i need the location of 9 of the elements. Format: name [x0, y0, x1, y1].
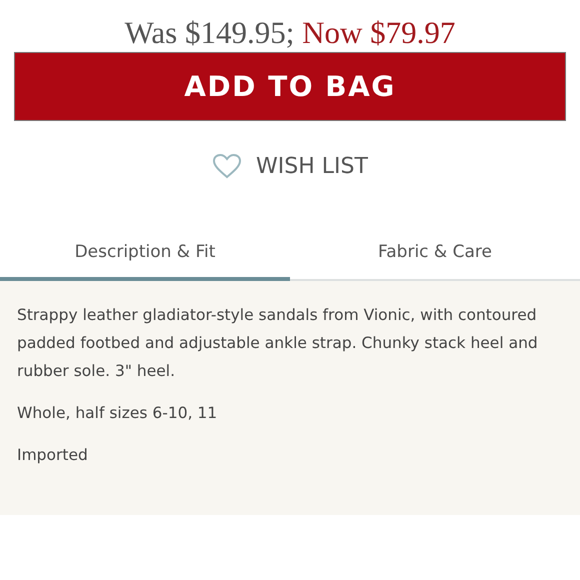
tab[interactable]: Fabric & Care — [290, 235, 580, 281]
description-text: Imported — [17, 445, 89, 466]
add-to-bag-button[interactable]: ADD TO BAG — [14, 52, 566, 121]
description-text: Strappy leather gladiator-style sandals from Vionic, with contoured padded footbed and adjustable ankle strap. Chunky stack heel and rubber sole. 3" heel. — [17, 305, 539, 382]
was-price: Was $149.95; — [124, 15, 294, 50]
wish-list-link[interactable]: WISH LIST — [256, 154, 368, 178]
heart-icon[interactable] — [212, 153, 242, 179]
description-text: Whole, half sizes 6-10, 11 — [17, 403, 218, 424]
sale-price: Now $79.97 — [302, 15, 456, 50]
